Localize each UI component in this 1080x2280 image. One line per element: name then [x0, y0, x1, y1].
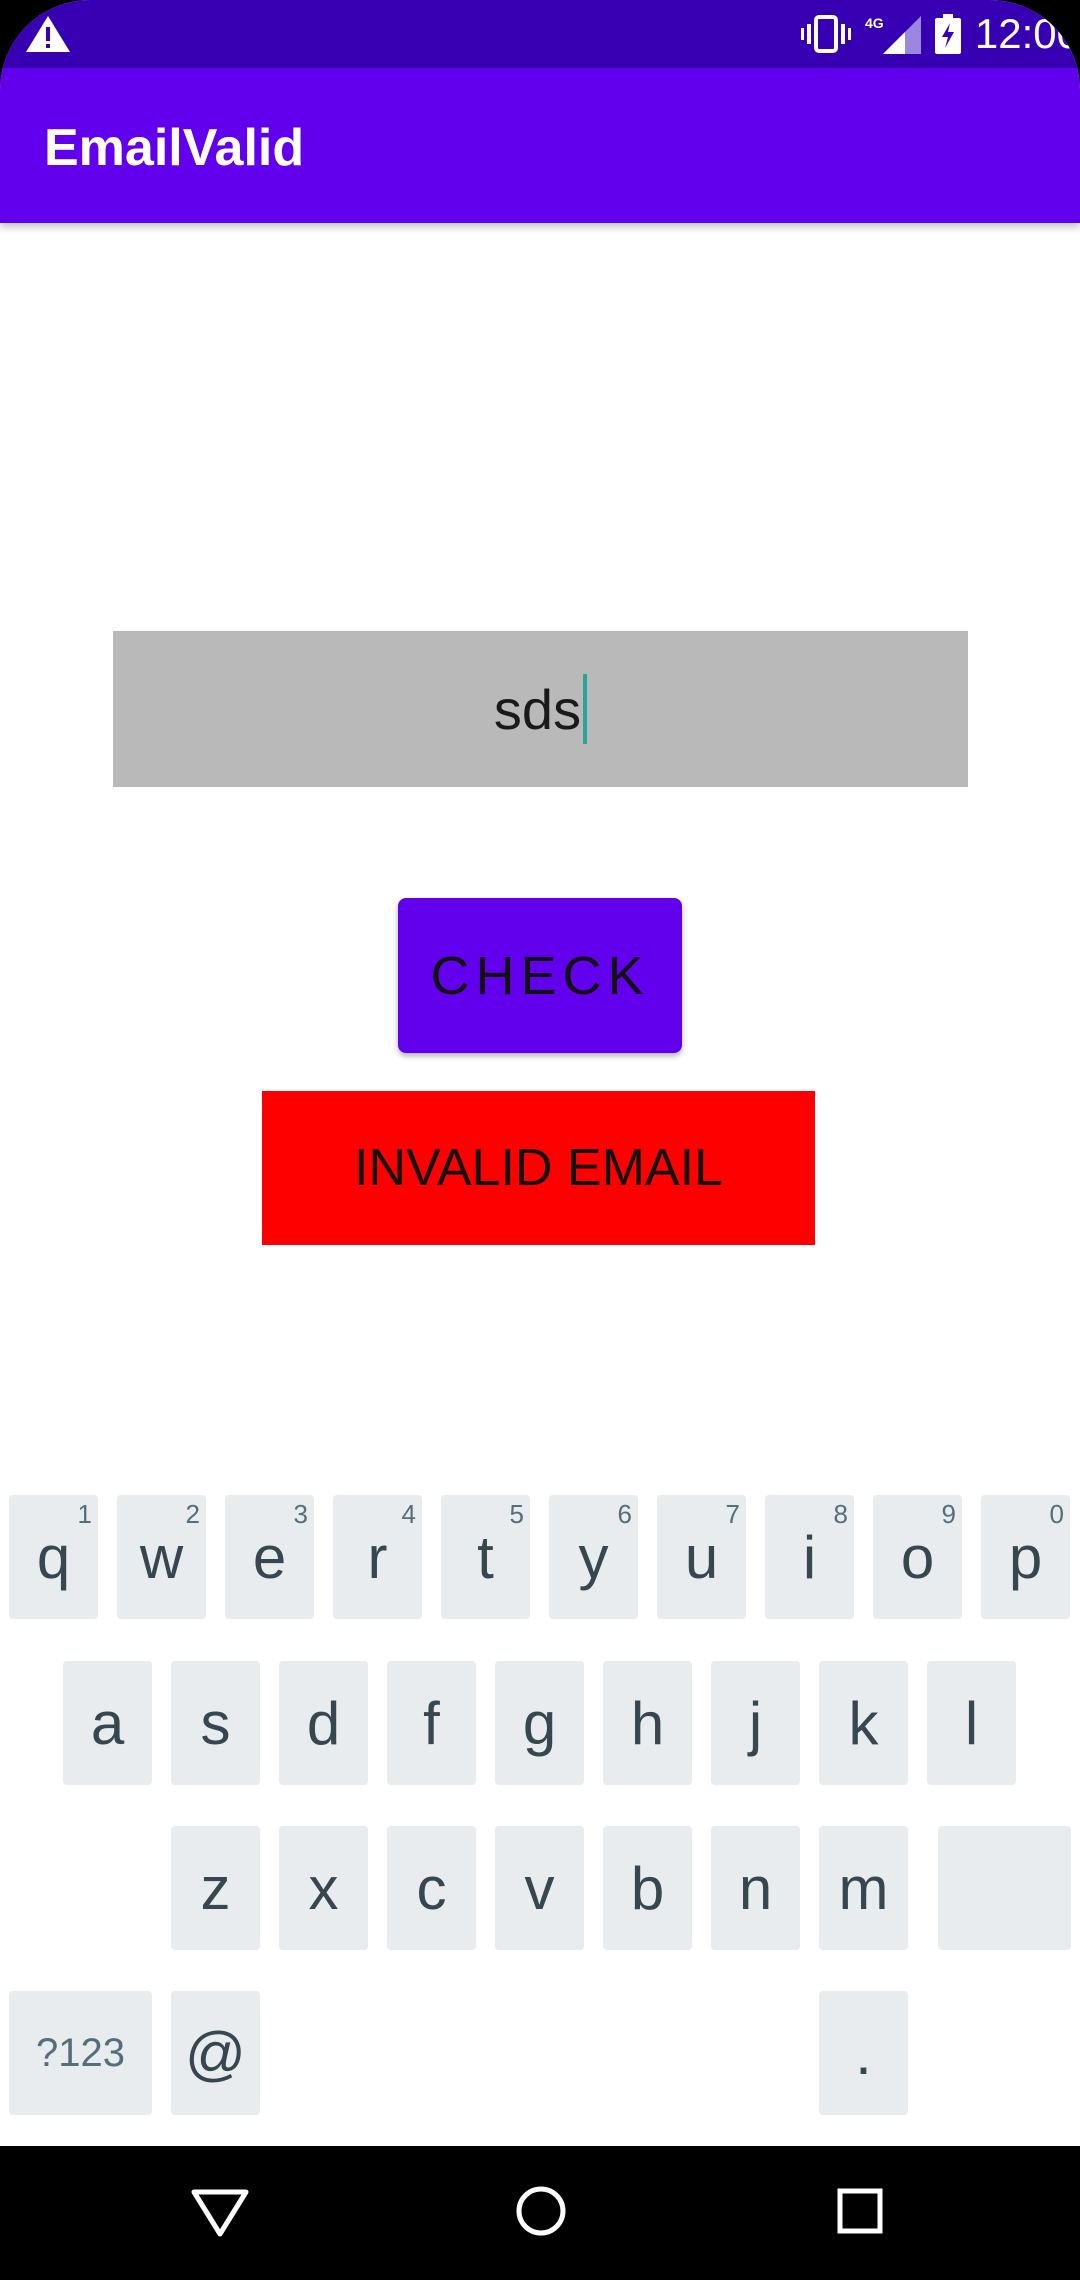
4g-signal-icon: 4G	[865, 15, 921, 54]
key-period[interactable]: .	[819, 1991, 908, 2115]
navigation-bar	[0, 2146, 1080, 2280]
network-type-label: 4G	[865, 15, 884, 31]
key-w[interactable]: w2	[117, 1495, 206, 1619]
status-time: 12:00	[974, 10, 1080, 57]
app-bar: EmailValid	[0, 68, 1080, 223]
status-icons: 4G 12:00	[800, 0, 1080, 68]
text-cursor	[583, 674, 588, 744]
validation-result-label: INVALID EMAIL	[262, 1091, 815, 1245]
soft-keyboard: q1 w2 e3 r4 t5 y6 u7 i8 o9 p0 a s d f g …	[0, 1478, 1080, 2146]
key-m[interactable]: m	[819, 1826, 908, 1950]
key-s[interactable]: s	[171, 1661, 260, 1785]
key-f[interactable]: f	[387, 1661, 476, 1785]
key-e[interactable]: e3	[225, 1495, 314, 1619]
key-n[interactable]: n	[711, 1826, 800, 1950]
key-v[interactable]: v	[495, 1826, 584, 1950]
key-q[interactable]: q1	[9, 1495, 98, 1619]
key-o[interactable]: o9	[873, 1495, 962, 1619]
key-at[interactable]: @	[171, 1991, 260, 2115]
recents-icon[interactable]	[837, 2188, 883, 2234]
key-b[interactable]: b	[603, 1826, 692, 1950]
key-u[interactable]: u7	[657, 1495, 746, 1619]
key-h[interactable]: h	[603, 1661, 692, 1785]
key-r[interactable]: r4	[333, 1495, 422, 1619]
key-d[interactable]: d	[279, 1661, 368, 1785]
key-y[interactable]: y6	[549, 1495, 638, 1619]
status-bar: 4G 12:00	[0, 0, 1080, 68]
key-g[interactable]: g	[495, 1661, 584, 1785]
key-c[interactable]: c	[387, 1826, 476, 1950]
email-input[interactable]: sds	[113, 631, 968, 787]
key-i[interactable]: i8	[765, 1495, 854, 1619]
backspace-key[interactable]	[938, 1826, 1071, 1950]
vibrate-icon	[800, 15, 851, 53]
key-t[interactable]: t5	[441, 1495, 530, 1619]
key-p[interactable]: p0	[981, 1495, 1070, 1619]
key-k[interactable]: k	[819, 1661, 908, 1785]
key-x[interactable]: x	[279, 1826, 368, 1950]
key-l[interactable]: l	[927, 1661, 1016, 1785]
home-icon[interactable]	[515, 2185, 567, 2237]
key-z[interactable]: z	[171, 1826, 260, 1950]
battery-charging-icon	[934, 14, 961, 54]
symbols-key[interactable]: ?123	[9, 1991, 152, 2115]
warning-icon	[26, 16, 70, 52]
app-title: EmailValid	[44, 119, 305, 177]
back-icon[interactable]	[190, 2186, 250, 2240]
key-j[interactable]: j	[711, 1661, 800, 1785]
check-button[interactable]: CHECK	[398, 898, 682, 1053]
email-input-value: sds	[493, 677, 582, 741]
phone-screen: 4G 12:00 EmailValid sds CHECK INVALID EM…	[0, 0, 1080, 2280]
key-a[interactable]: a	[63, 1661, 152, 1785]
